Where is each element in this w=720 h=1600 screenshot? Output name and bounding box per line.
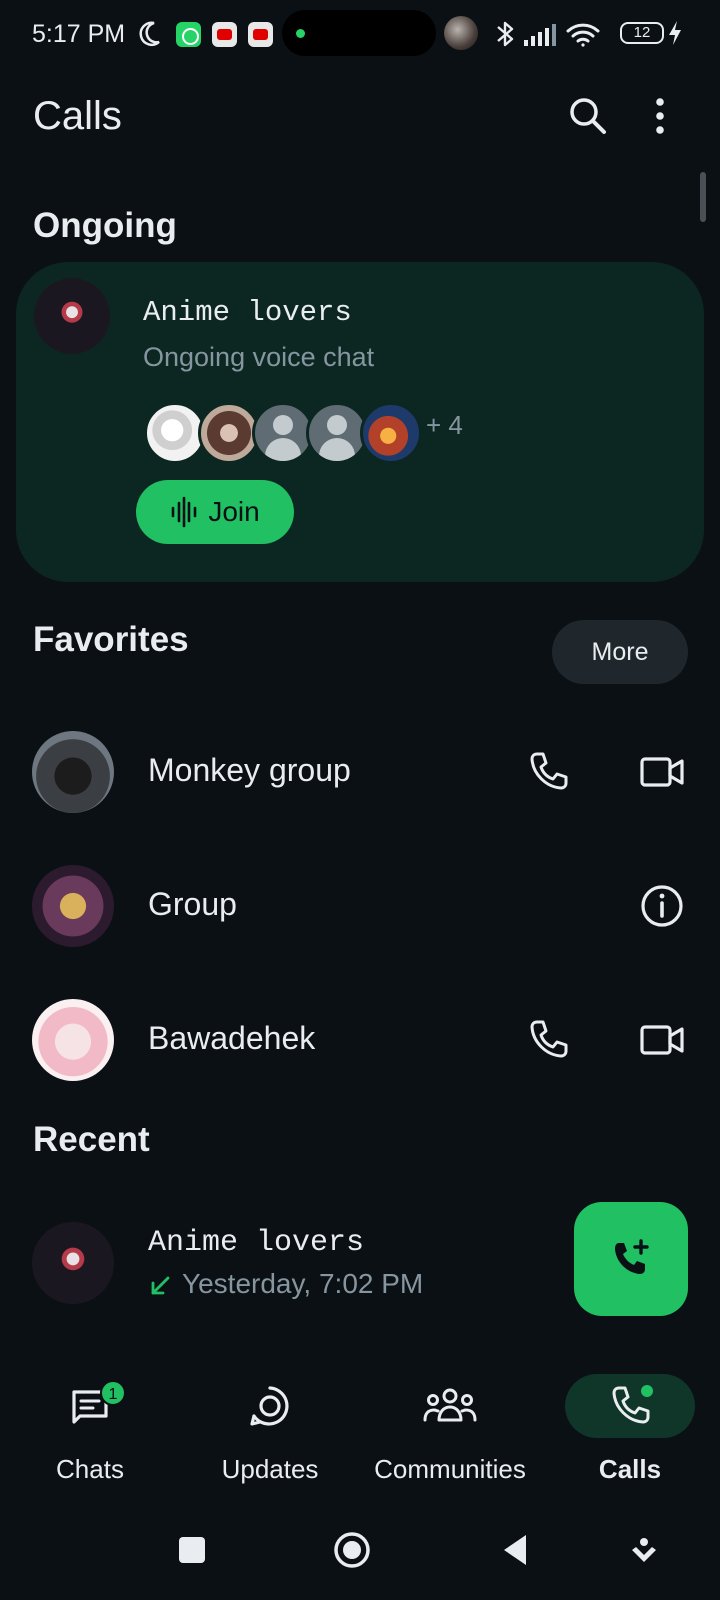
ongoing-call-name: Anime lovers (143, 296, 352, 329)
youtube-notification-icon (248, 22, 273, 47)
favorite-name: Monkey group (148, 752, 351, 788)
bluetooth-icon (497, 21, 514, 47)
nav-label: Calls (598, 1454, 662, 1484)
voice-waveform-icon (172, 496, 197, 528)
nav-item-updates[interactable]: Updates (180, 1350, 360, 1490)
calls-screen: 5:17 PM 12 Calls Ongoing Anime lovers On… (0, 0, 720, 1600)
participant-avatar (360, 402, 422, 464)
section-title-recent: Recent (33, 1120, 150, 1159)
youtube-notification-icon (212, 22, 237, 47)
nav-item-chats[interactable]: 1 Chats (0, 1350, 180, 1490)
status-bar: 5:17 PM 12 (0, 0, 720, 72)
nav-label: Updates (221, 1454, 319, 1484)
video-call-icon[interactable] (638, 748, 686, 796)
join-button[interactable]: Join (136, 480, 294, 544)
wifi-icon (566, 23, 600, 47)
incoming-call-arrow-icon (151, 1276, 170, 1295)
battery-icon: 12 (620, 22, 664, 44)
section-title-ongoing: Ongoing (33, 206, 177, 245)
scrollbar[interactable] (700, 172, 706, 222)
communities-icon (423, 1388, 477, 1422)
participant-avatar (252, 402, 314, 464)
whatsapp-notification-icon (176, 22, 201, 47)
system-navigation-bar (0, 1500, 720, 1600)
phone-icon[interactable] (524, 1016, 572, 1064)
video-call-icon[interactable] (638, 1016, 686, 1064)
bottom-navigation: 1 Chats Updates Communities Calls (0, 1350, 720, 1490)
participant-avatar (306, 402, 368, 464)
unread-badge: 1 (100, 1380, 126, 1406)
join-label: Join (208, 496, 260, 527)
charging-icon (669, 21, 681, 45)
avatar (32, 999, 114, 1081)
nav-label: Chats (56, 1454, 124, 1484)
favorite-item[interactable]: Group (0, 838, 720, 972)
add-call-icon (615, 1239, 649, 1274)
moon-icon (139, 21, 160, 47)
info-icon[interactable] (638, 882, 686, 930)
whatsapp-indicator-dot (296, 29, 305, 38)
avatar (32, 865, 114, 947)
recent-call-time: Yesterday, 7:02 PM (182, 1268, 424, 1299)
recent-call-meta: Yesterday, 7:02 PM (148, 1268, 423, 1300)
nav-item-calls[interactable]: Calls (540, 1350, 720, 1490)
avatar (32, 731, 114, 813)
recents-square-icon[interactable] (172, 1530, 212, 1570)
updates-icon (250, 1386, 289, 1426)
ongoing-call-subtitle: Ongoing voice chat (143, 342, 375, 372)
favorite-name: Bawadehek (148, 1020, 316, 1056)
search-icon[interactable] (566, 94, 610, 138)
favorite-item[interactable]: Bawadehek (0, 972, 720, 1106)
section-title-favorites: Favorites (33, 620, 189, 659)
avatar (32, 1222, 114, 1304)
status-time: 5:17 PM (32, 20, 126, 48)
recent-call-name: Anime lovers (148, 1226, 365, 1260)
favorite-item[interactable]: Monkey group (0, 704, 720, 838)
nav-label: Communities (374, 1454, 526, 1484)
ongoing-call-card[interactable]: Anime lovers Ongoing voice chat + 4 Join (16, 262, 704, 582)
extra-participants-count: + 4 (426, 410, 463, 440)
status-avatar (444, 16, 478, 50)
back-triangle-icon[interactable] (496, 1530, 536, 1570)
nav-item-communities[interactable]: Communities (360, 1350, 540, 1490)
phone-icon[interactable] (524, 748, 572, 796)
more-favorites-button[interactable]: More (552, 620, 688, 684)
more-vert-icon[interactable] (648, 94, 692, 138)
avatar (34, 278, 110, 354)
system-status-icons (497, 21, 600, 47)
signal-icon (524, 24, 556, 46)
participant-avatar (144, 402, 206, 464)
favorite-name: Group (148, 886, 237, 922)
new-call-button[interactable] (574, 1202, 688, 1316)
home-circle-icon[interactable] (332, 1530, 372, 1570)
camera-cutout (282, 10, 436, 56)
keyboard-hide-icon[interactable] (624, 1530, 664, 1570)
participant-avatar (198, 402, 260, 464)
page-title: Calls (33, 94, 122, 138)
ongoing-call-indicator (638, 1382, 656, 1400)
